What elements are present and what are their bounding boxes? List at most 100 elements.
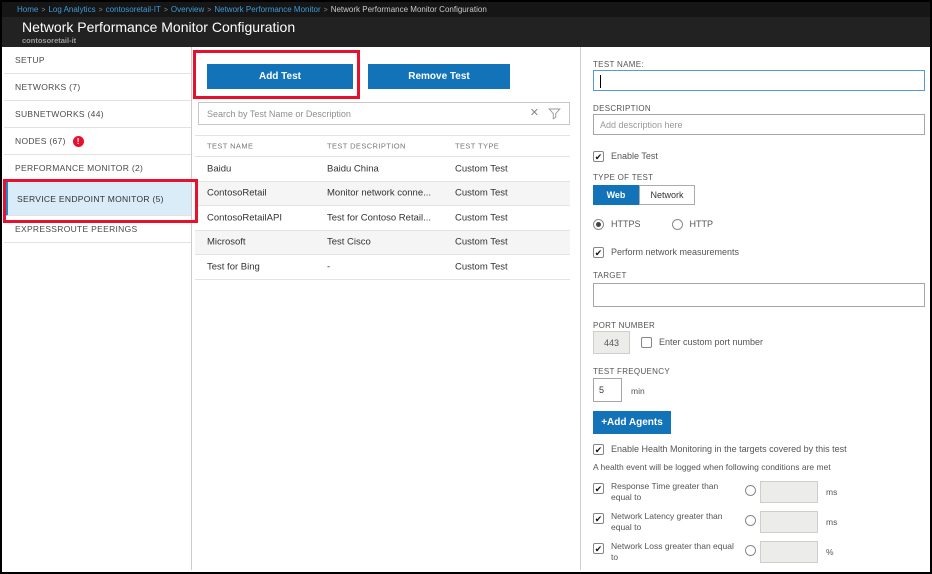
sidebar-item-nodes[interactable]: NODES (67) ! [4, 128, 191, 155]
http-radio[interactable] [671, 219, 683, 230]
sidebar-item-networks[interactable]: NETWORKS (7) [4, 74, 191, 101]
warning-icon: ! [72, 135, 84, 147]
network-latency-checkbox[interactable]: ✔ [593, 513, 604, 524]
breadcrumb-workspace[interactable]: contosoretail-IT [106, 5, 161, 14]
sidebar: SETUP NETWORKS (7) SUBNETWORKS (44) NODE… [4, 47, 192, 570]
frequency-unit-label: min [631, 386, 645, 396]
npm-configuration-window: Home > Log Analytics > contosoretail-IT > Over… [0, 0, 932, 574]
test-frequency-label: TEST FREQUENCY [593, 367, 670, 376]
condition-row-network-latency: ✔ Network Latency greater than equal to … [593, 511, 837, 533]
cell-test-type: Custom Test [455, 163, 508, 175]
search-input[interactable] [199, 108, 530, 119]
enable-test-checkbox[interactable]: ✔ [593, 151, 604, 162]
page-title: Network Performance Monitor Configuratio… [22, 19, 296, 35]
response-time-radio[interactable] [745, 485, 756, 496]
protocol-row: HTTPS HTTP [593, 219, 713, 230]
breadcrumb-npm[interactable]: Network Performance Monitor [214, 5, 320, 14]
breadcrumb: Home > Log Analytics > contosoretail-IT > Over… [14, 5, 490, 14]
sidebar-item-performance-monitor[interactable]: PERFORMANCE MONITOR (2) [4, 155, 191, 182]
https-radio[interactable] [593, 219, 604, 230]
test-list-panel: Add Test Remove Test ✕ TEST NAME TEST DE… [193, 47, 580, 570]
column-header-test-description[interactable]: TEST DESCRIPTION [327, 142, 406, 151]
network-latency-input [760, 511, 818, 533]
search-box: ✕ [198, 102, 570, 125]
tests-table: TEST NAME TEST DESCRIPTION TEST TYPE Bai… [195, 135, 570, 280]
description-input[interactable] [593, 114, 925, 135]
sidebar-item-subnetworks[interactable]: SUBNETWORKS (44) [4, 101, 191, 128]
column-header-test-name[interactable]: TEST NAME [207, 142, 253, 151]
network-latency-radio[interactable] [745, 515, 756, 526]
sidebar-item-label: SETUP [15, 55, 45, 65]
cell-test-name: Microsoft [207, 236, 246, 248]
sidebar-item-setup[interactable]: SETUP [4, 47, 191, 74]
network-latency-label: Network Latency greater than equal to [611, 511, 723, 532]
sidebar-item-label: SUBNETWORKS (44) [15, 109, 104, 119]
breadcrumb-separator: > [41, 7, 46, 14]
response-time-input [760, 481, 818, 503]
cell-test-description: Test for Contoso Retail... [327, 212, 432, 224]
type-network-button[interactable]: Network [639, 185, 695, 205]
frequency-input[interactable] [593, 378, 622, 402]
breadcrumb-separator: > [98, 7, 103, 14]
perform-network-label: Perform network measurements [611, 247, 740, 257]
type-of-test-label: TYPE OF TEST [593, 173, 654, 182]
test-details-form: TEST NAME: DESCRIPTION ✔ Enable Test TYP… [580, 47, 930, 570]
table-row[interactable]: Microsoft Test Cisco Custom Test [195, 230, 570, 255]
http-label: HTTP [689, 219, 714, 229]
description-label: DESCRIPTION [593, 104, 651, 113]
table-row[interactable]: ContosoRetailAPI Test for Contoso Retail… [195, 206, 570, 231]
perform-network-row: ✔ Perform network measurements [593, 247, 739, 258]
response-time-unit: ms [826, 487, 838, 497]
breadcrumb-overview[interactable]: Overview [171, 5, 204, 14]
target-input[interactable] [593, 283, 925, 307]
table-header-row: TEST NAME TEST DESCRIPTION TEST TYPE [195, 135, 570, 157]
network-loss-input [760, 541, 818, 563]
enable-test-label: Enable Test [611, 151, 658, 161]
sidebar-item-expressroute-peerings[interactable]: EXPRESSROUTE PEERINGS [4, 216, 191, 243]
table-row[interactable]: Baidu Baidu China Custom Test [195, 157, 570, 182]
cell-test-type: Custom Test [455, 236, 508, 248]
type-web-button[interactable]: Web [593, 185, 639, 205]
health-monitoring-row: ✔ Enable Health Monitoring in the target… [593, 444, 847, 455]
test-name-input[interactable] [593, 70, 925, 91]
cell-test-type: Custom Test [455, 187, 508, 199]
health-monitoring-checkbox[interactable]: ✔ [593, 444, 604, 455]
health-monitoring-label: Enable Health Monitoring in the targets … [611, 444, 847, 454]
sidebar-item-service-endpoint-monitor[interactable]: SERVICE ENDPOINT MONITOR (5) [4, 182, 191, 216]
add-agents-button[interactable]: +Add Agents [593, 411, 671, 434]
cell-test-type: Custom Test [455, 261, 508, 273]
perform-network-checkbox[interactable]: ✔ [593, 247, 604, 258]
breadcrumb-log-analytics[interactable]: Log Analytics [48, 5, 95, 14]
table-row[interactable]: ContosoRetail Monitor network conne... C… [195, 181, 570, 206]
cell-test-description: Test Cisco [327, 236, 371, 248]
port-number-label: PORT NUMBER [593, 321, 656, 330]
breadcrumb-home[interactable]: Home [17, 5, 38, 14]
cell-test-description: Monitor network conne... [327, 187, 432, 199]
breadcrumb-separator: > [163, 7, 168, 14]
network-loss-label: Network Loss greater than equal to [611, 541, 734, 562]
top-bar: Home > Log Analytics > contosoretail-IT > Over… [2, 2, 930, 17]
sidebar-item-label: EXPRESSROUTE PEERINGS [15, 224, 138, 234]
remove-test-button[interactable]: Remove Test [368, 64, 510, 89]
cell-test-type: Custom Test [455, 212, 508, 224]
breadcrumb-current-page: Network Performance Monitor Configuratio… [330, 5, 487, 14]
cell-test-description: - [327, 261, 331, 273]
add-test-button[interactable]: Add Test [207, 64, 353, 89]
custom-port-checkbox[interactable] [641, 337, 652, 348]
https-label: HTTPS [611, 219, 641, 229]
network-loss-radio[interactable] [745, 545, 756, 556]
sidebar-item-label: SERVICE ENDPOINT MONITOR (5) [17, 193, 164, 204]
clear-search-icon[interactable]: ✕ [530, 108, 539, 119]
network-loss-unit: % [826, 547, 834, 557]
text-cursor [600, 75, 601, 88]
port-number-input: 443 [593, 331, 630, 354]
response-time-checkbox[interactable]: ✔ [593, 483, 604, 494]
custom-port-row: Enter custom port number [641, 337, 763, 348]
column-header-test-type[interactable]: TEST TYPE [455, 142, 499, 151]
filter-icon[interactable] [548, 107, 561, 120]
sidebar-item-label: PERFORMANCE MONITOR (2) [15, 163, 144, 173]
test-type-toggle: Web Network [593, 185, 695, 205]
sidebar-item-label: NODES (67) [15, 136, 66, 146]
network-loss-checkbox[interactable]: ✔ [593, 543, 604, 554]
table-row[interactable]: Test for Bing - Custom Test [195, 255, 570, 280]
